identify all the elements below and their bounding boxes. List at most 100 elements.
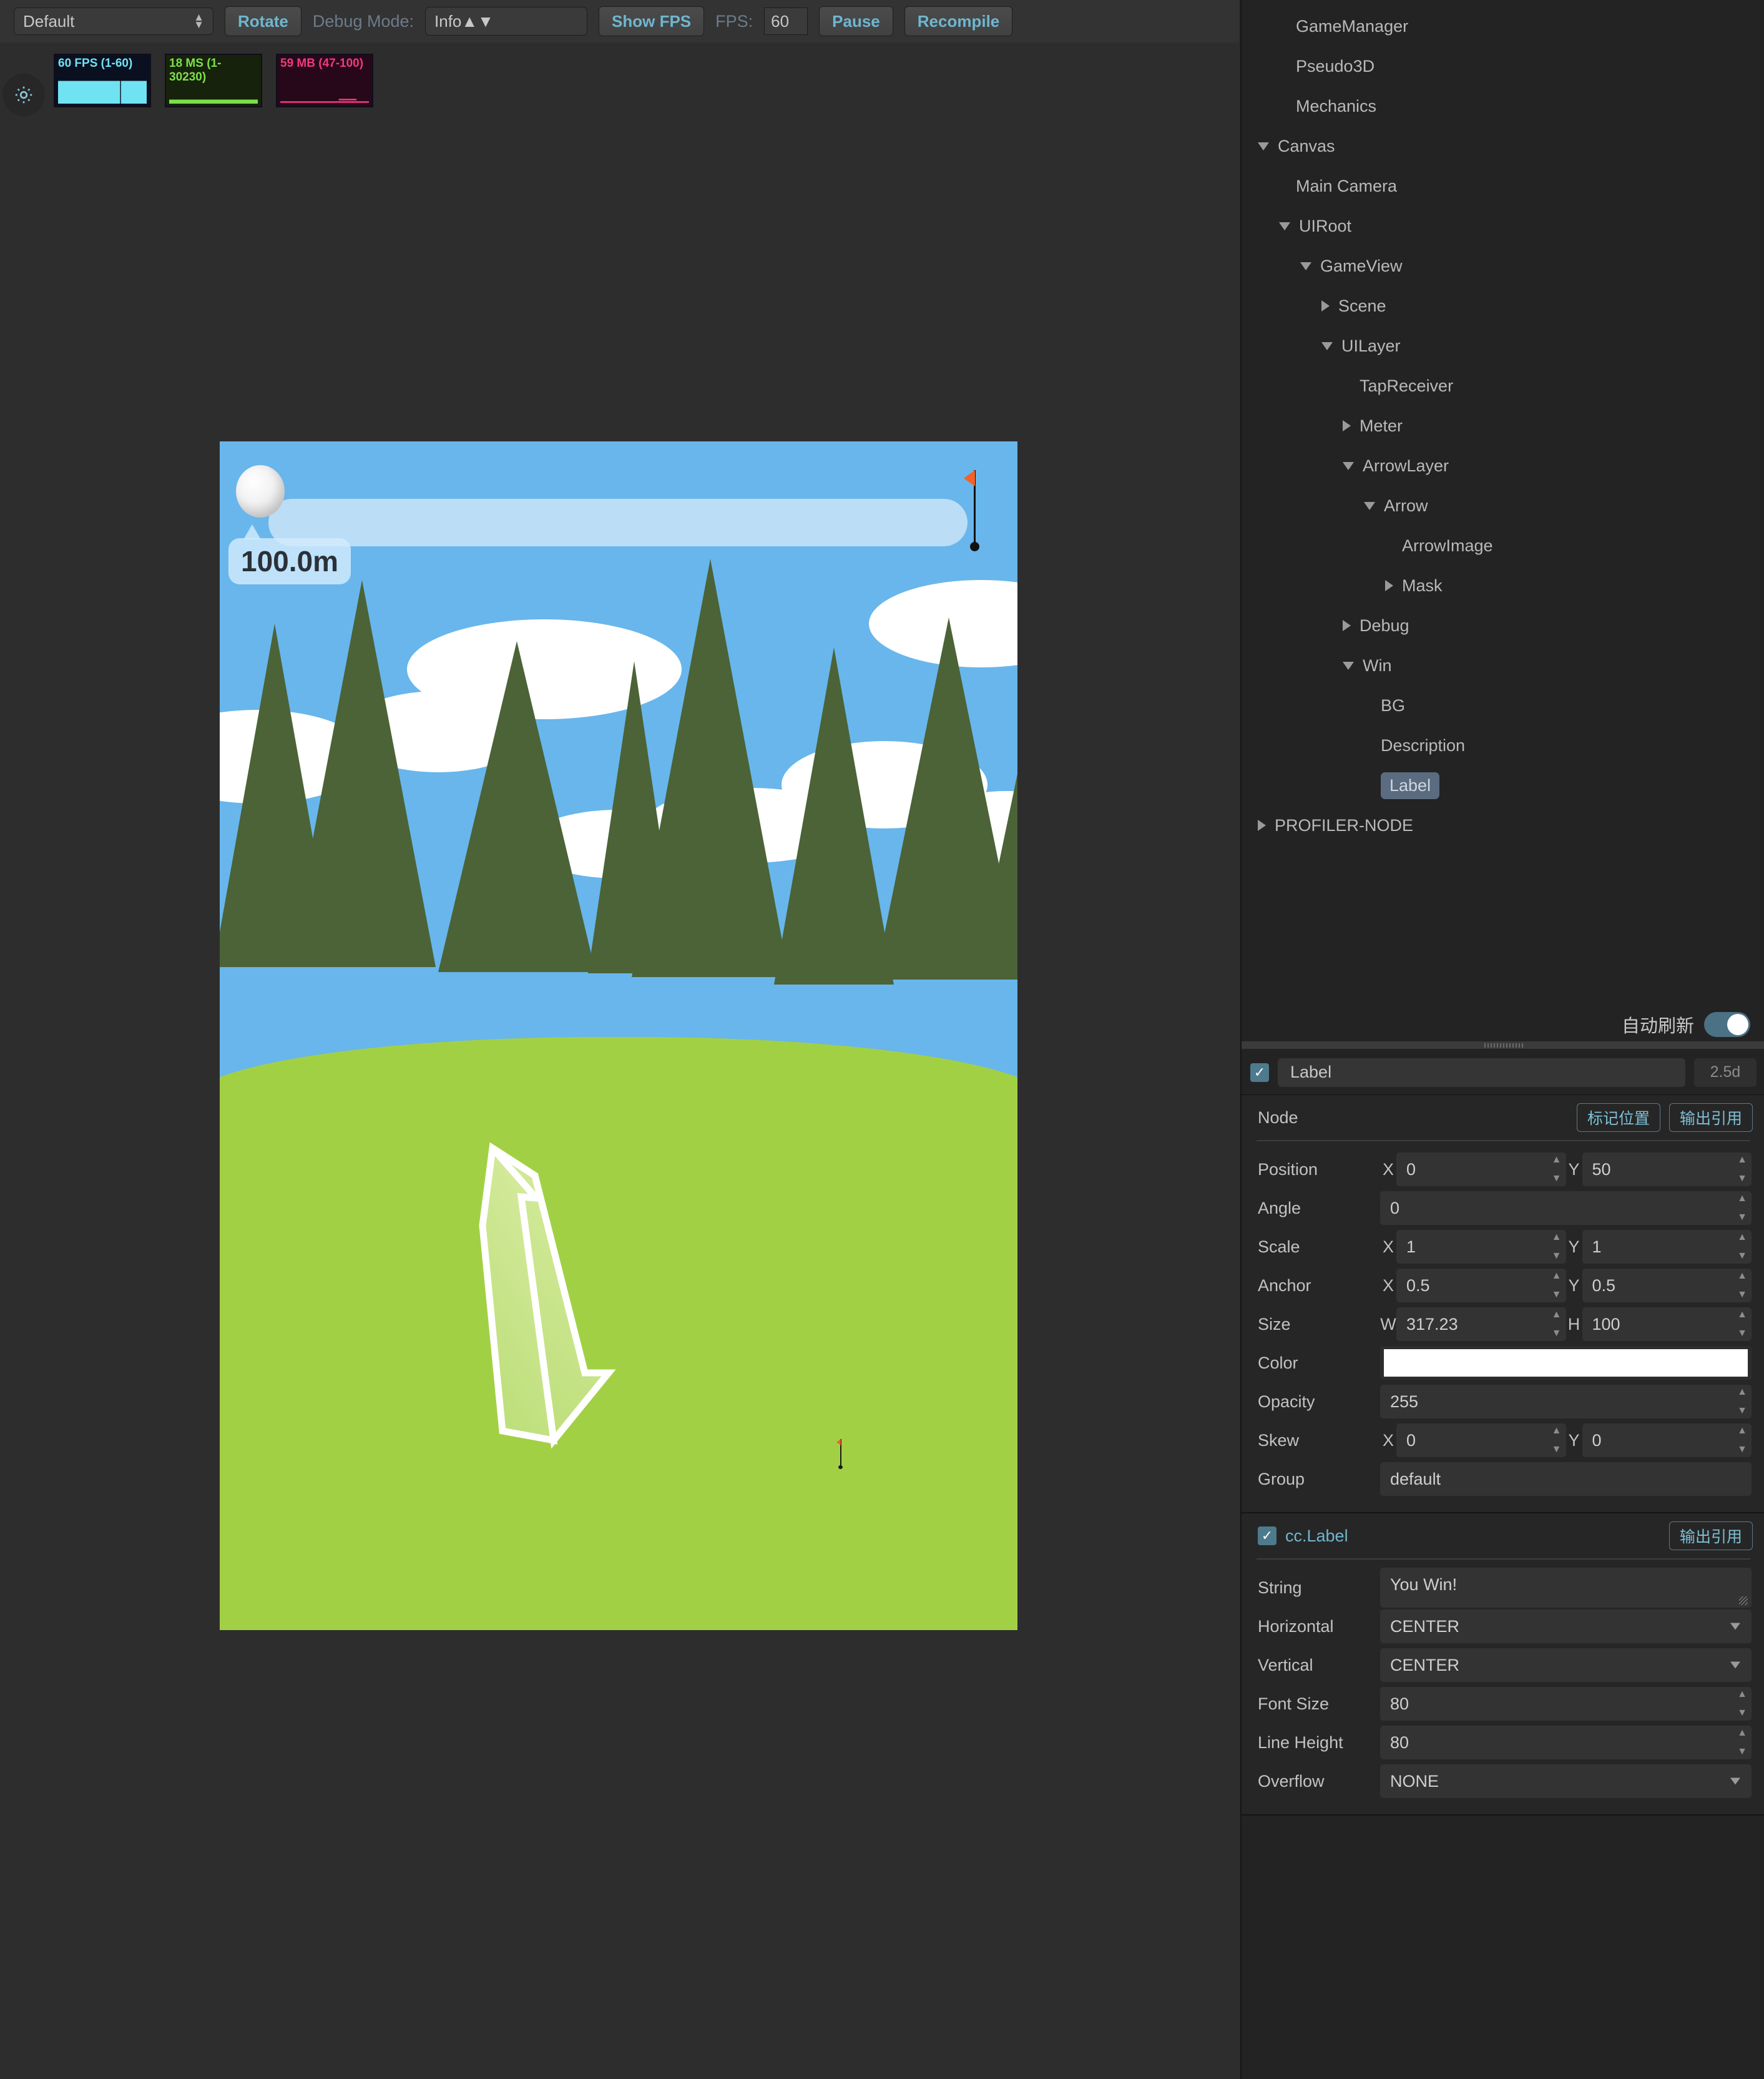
meter-flag-icon [964,470,987,551]
skew-x-stepper[interactable]: ▲▼ [1550,1426,1564,1455]
show-fps-button[interactable]: Show FPS [599,6,704,36]
tree-spacer [1343,380,1351,391]
property-row-overflow: OverflowNONE [1242,1762,1764,1801]
scale-y-input[interactable]: 1▲▼ [1582,1230,1752,1264]
tree-node-main-camera[interactable]: Main Camera [1242,166,1764,206]
tree-node-gameview[interactable]: GameView [1242,246,1764,286]
panel-splitter[interactable] [1242,1041,1764,1049]
angle-stepper[interactable]: ▲▼ [1735,1194,1749,1222]
node-enabled-checkbox[interactable]: ✓ [1250,1063,1269,1082]
tree-node-arrowimage[interactable]: ArrowImage [1242,526,1764,566]
opacity-stepper[interactable]: ▲▼ [1735,1387,1749,1416]
chevron-down-icon[interactable] [1300,262,1311,270]
debug-mode-select[interactable]: Info ▲▼ [425,7,587,36]
auto-refresh-toggle[interactable] [1704,1012,1750,1037]
chevron-down-icon[interactable] [1321,342,1333,350]
node-name-input[interactable]: Label [1278,1058,1685,1087]
font-size-stepper[interactable]: ▲▼ [1735,1689,1749,1718]
fps-input[interactable]: 60 [764,7,808,35]
node-property-rows: PositionX0▲▼Y50▲▼Angle0▲▼ScaleX1▲▼Y1▲▼An… [1242,1150,1764,1498]
chevron-right-icon[interactable] [1385,580,1393,591]
tree-node-mask[interactable]: Mask [1242,566,1764,606]
anchor-y-input[interactable]: 0.5▲▼ [1582,1269,1752,1302]
tree-node-win[interactable]: Win [1242,646,1764,686]
label-output-reference-button[interactable]: 输出引用 [1669,1521,1753,1550]
tree-node-uilayer[interactable]: UILayer [1242,326,1764,366]
mark-position-button[interactable]: 标记位置 [1577,1103,1660,1132]
scale-x-stepper[interactable]: ▲▼ [1550,1232,1564,1261]
tree-node-pseudo3d[interactable]: Pseudo3D [1242,46,1764,86]
output-reference-button[interactable]: 输出引用 [1669,1103,1753,1132]
chevron-right-icon[interactable] [1258,820,1266,831]
recompile-button[interactable]: Recompile [904,6,1013,36]
gear-icon[interactable] [2,74,45,116]
tree-node-bg[interactable]: BG [1242,686,1764,725]
tree-node-profiler-node[interactable]: PROFILER-NODE [1242,805,1764,845]
tree-node-tapreceiver[interactable]: TapReceiver [1242,366,1764,406]
axis-label-y: Y [1566,1237,1582,1257]
tree-node-label: GameView [1320,257,1403,276]
chevron-down-icon[interactable] [1343,462,1354,470]
tree-node-description[interactable]: Description [1242,725,1764,765]
tree-node-uiroot[interactable]: UIRoot [1242,206,1764,246]
scale-x-input[interactable]: 1▲▼ [1396,1230,1566,1264]
tree-node-gamemanager[interactable]: GameManager [1242,6,1764,46]
size-x-stepper[interactable]: ▲▼ [1550,1310,1564,1339]
size-x-input[interactable]: 317.23▲▼ [1396,1307,1566,1341]
label-enabled-checkbox[interactable]: ✓ [1258,1526,1276,1545]
opacity-input[interactable]: 255▲▼ [1380,1385,1752,1418]
size-y-input[interactable]: 100▲▼ [1582,1307,1752,1341]
tree-node-label[interactable]: Label [1242,765,1764,805]
position-y-input[interactable]: 50▲▼ [1582,1153,1752,1186]
anchor-y-stepper[interactable]: ▲▼ [1735,1271,1749,1300]
scale-y-stepper[interactable]: ▲▼ [1735,1232,1749,1261]
property-row-anchor: AnchorX0.5▲▼Y0.5▲▼ [1242,1266,1764,1305]
position-x-input[interactable]: 0▲▼ [1396,1153,1566,1186]
chevron-right-icon[interactable] [1321,300,1330,312]
hierarchy-tree[interactable]: GameManagerPseudo3DMechanicsCanvasMain C… [1242,0,1764,1024]
scene-select[interactable]: Default ▲▼ [14,7,213,35]
tree-node-mechanics[interactable]: Mechanics [1242,86,1764,126]
resize-grip[interactable] [1739,1596,1748,1605]
vertical-input[interactable]: CENTER [1380,1648,1752,1682]
string-input[interactable]: You Win! [1380,1568,1752,1608]
skew-y-input[interactable]: 0▲▼ [1582,1423,1752,1457]
node-section: Node 标记位置 输出引用 PositionX0▲▼Y50▲▼Angle0▲▼… [1242,1095,1764,1513]
game-viewport[interactable]: Frame time (ms)2.06Framerate (FPS)60.04D… [220,441,1017,1630]
tree-spacer [1279,21,1287,32]
angle-input[interactable]: 0▲▼ [1380,1191,1752,1225]
tree-node-meter[interactable]: Meter [1242,406,1764,446]
line-height-stepper[interactable]: ▲▼ [1735,1728,1749,1757]
chevron-down-icon[interactable] [1364,502,1375,510]
anchor-x-stepper[interactable]: ▲▼ [1550,1271,1564,1300]
overflow-input[interactable]: NONE [1380,1764,1752,1798]
chevron-right-icon[interactable] [1343,420,1351,431]
chevron-right-icon[interactable] [1343,620,1351,631]
anchor-x-input[interactable]: 0.5▲▼ [1396,1269,1566,1302]
skew-x-input[interactable]: 0▲▼ [1396,1423,1566,1457]
color-swatch-button[interactable] [1380,1346,1752,1380]
tree-node-arrowlayer[interactable]: ArrowLayer [1242,446,1764,486]
line-height-input[interactable]: 80▲▼ [1380,1726,1752,1759]
property-label-vertical: Vertical [1258,1656,1380,1675]
position-y-stepper[interactable]: ▲▼ [1735,1155,1749,1184]
size-y-stepper[interactable]: ▲▼ [1735,1310,1749,1339]
chevron-down-icon[interactable] [1343,662,1354,670]
stat-fps-title: 60 FPS (1-60) [58,57,147,71]
tree-node-scene[interactable]: Scene [1242,286,1764,326]
skew-y-stepper[interactable]: ▲▼ [1735,1426,1749,1455]
chevron-down-icon[interactable] [1279,222,1290,230]
position-x-stepper[interactable]: ▲▼ [1550,1155,1564,1184]
tree-node-arrow[interactable]: Arrow [1242,486,1764,526]
font-size-input[interactable]: 80▲▼ [1380,1687,1752,1721]
distance-meter[interactable] [268,499,968,546]
pause-button[interactable]: Pause [819,6,893,36]
horizontal-input[interactable]: CENTER [1380,1610,1752,1643]
tree-node-label: Label [1381,772,1439,799]
auto-refresh-control[interactable]: 自动刷新 [1622,1011,1750,1038]
tree-node-canvas[interactable]: Canvas [1242,126,1764,166]
shot-direction-arrow[interactable] [454,1116,641,1453]
tree-node-debug[interactable]: Debug [1242,606,1764,646]
rotate-button[interactable]: Rotate [225,6,301,36]
chevron-down-icon[interactable] [1258,142,1269,150]
